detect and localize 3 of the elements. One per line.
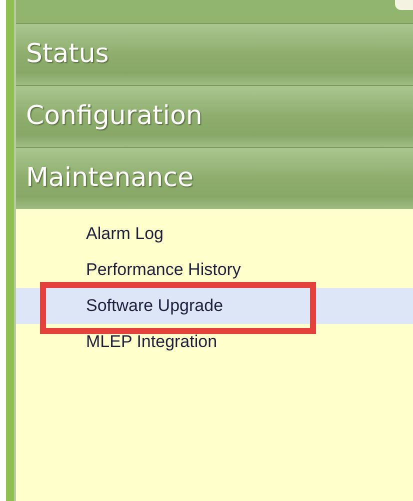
submenu-link[interactable]: Performance History — [86, 257, 241, 283]
submenu-link[interactable]: Alarm Log — [86, 221, 164, 247]
submenu-link[interactable]: MLEP Integration — [86, 329, 218, 355]
